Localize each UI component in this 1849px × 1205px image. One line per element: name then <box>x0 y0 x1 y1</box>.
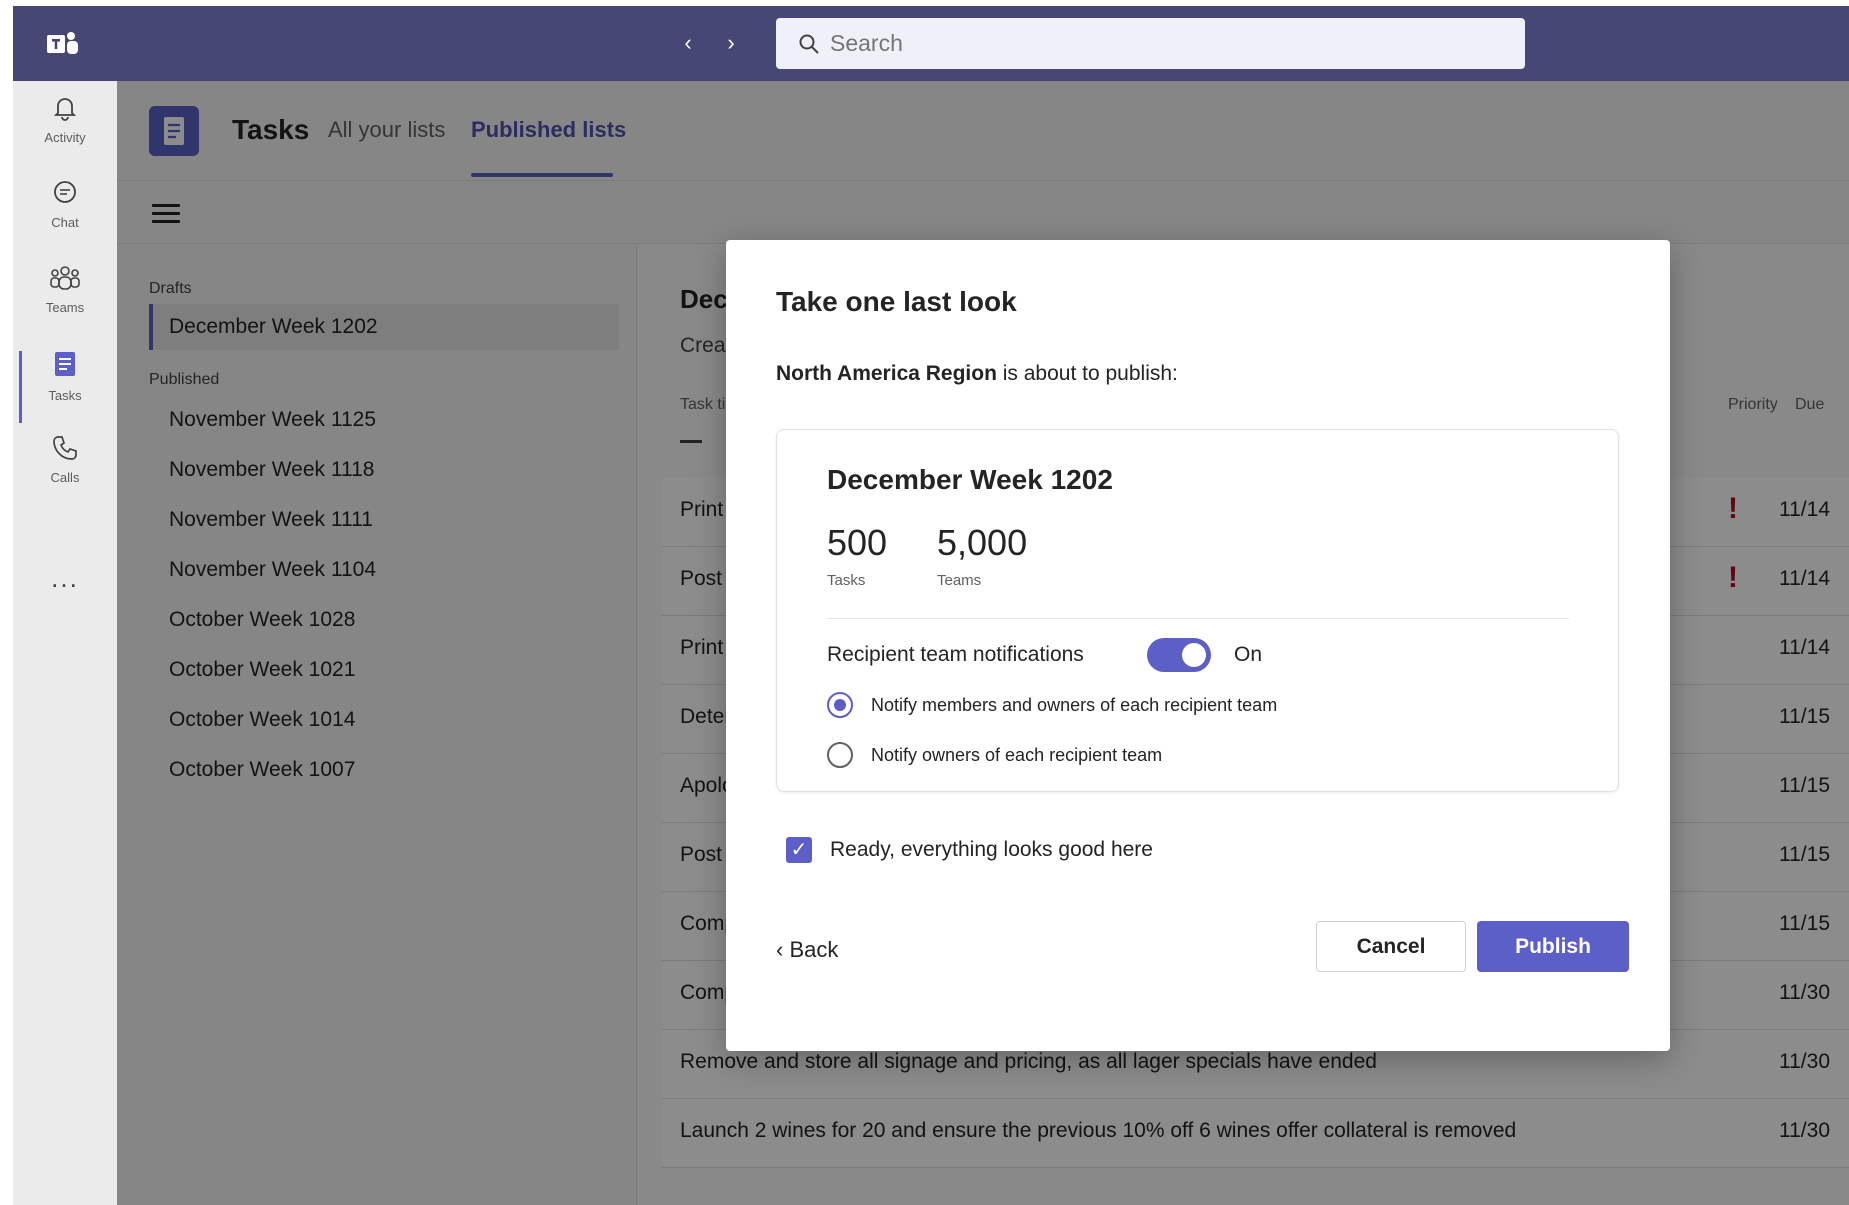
rail-label: Chat <box>51 215 79 230</box>
chevron-left-icon: ‹ <box>776 937 790 962</box>
description-suffix: is about to publish: <box>996 362 1178 385</box>
list-name: December Week 1202 <box>827 464 1113 495</box>
rail-label: Tasks <box>48 388 82 403</box>
toggle-state-label: On <box>1234 643 1263 666</box>
tasks-icon <box>55 352 75 376</box>
back-nav-button[interactable]: ‹ <box>673 28 703 58</box>
teams-stat: 5,000 Teams <box>937 522 1027 589</box>
dialog-title: Take one last look <box>776 286 1017 317</box>
rail-item-chat[interactable]: Chat <box>13 178 117 258</box>
dialog-description: North America Region is about to publish… <box>776 362 1178 386</box>
cancel-button[interactable]: Cancel <box>1316 921 1466 972</box>
search-box[interactable] <box>776 18 1525 69</box>
rail-item-teams[interactable]: Teams <box>13 263 117 343</box>
rail-label: Teams <box>45 300 85 315</box>
radio-label: Notify members and owners of each recipi… <box>871 695 1278 715</box>
ready-checkbox-label: Ready, everything looks good here <box>830 838 1153 861</box>
publish-button[interactable]: Publish <box>1477 921 1629 972</box>
forward-nav-button[interactable]: › <box>716 28 746 58</box>
search-icon <box>799 34 819 54</box>
teams-count: 5,000 <box>937 522 1028 563</box>
tasks-count: 500 <box>827 522 888 563</box>
rail-item-calls[interactable]: Calls <box>13 433 117 513</box>
app-rail: Activity Chat Teams Tasks Calls ... <box>13 81 117 1205</box>
teams-icon <box>50 266 80 290</box>
notify-owners-radio[interactable] <box>827 742 853 768</box>
phone-icon <box>53 436 77 460</box>
more-apps-icon[interactable]: ... <box>13 563 117 594</box>
rail-label: Activity <box>44 130 86 145</box>
rail-label: Calls <box>50 470 80 485</box>
rail-item-activity[interactable]: Activity <box>13 93 117 173</box>
back-button[interactable]: ‹ Back <box>776 937 838 963</box>
chat-icon <box>54 181 76 203</box>
notifications-label: Recipient team notifications <box>827 643 1084 666</box>
radio-label: Notify owners of each recipient team <box>871 745 1163 765</box>
bell-icon <box>53 98 77 121</box>
notify-members-owners-radio[interactable] <box>827 692 853 718</box>
summary-card: December Week 1202 500 Tasks 5,000 Teams… <box>776 429 1619 792</box>
app-window: ‹ › Activity Chat <box>13 6 1849 1205</box>
ready-checkbox[interactable]: ✓ <box>786 837 812 863</box>
teams-caption: Teams <box>937 572 982 589</box>
divider <box>827 618 1569 619</box>
top-bar: ‹ › <box>13 6 1849 81</box>
back-label: Back <box>789 937 839 962</box>
publish-dialog: Take one last look North America Region … <box>726 240 1670 1051</box>
search-input[interactable] <box>830 30 1430 57</box>
rail-item-tasks[interactable]: Tasks <box>13 349 117 429</box>
notifications-toggle[interactable] <box>1147 638 1211 672</box>
teams-logo-icon <box>47 32 78 54</box>
tasks-stat: 500 Tasks <box>827 522 887 589</box>
tasks-caption: Tasks <box>827 572 866 589</box>
publisher-name: North America Region <box>776 362 997 385</box>
